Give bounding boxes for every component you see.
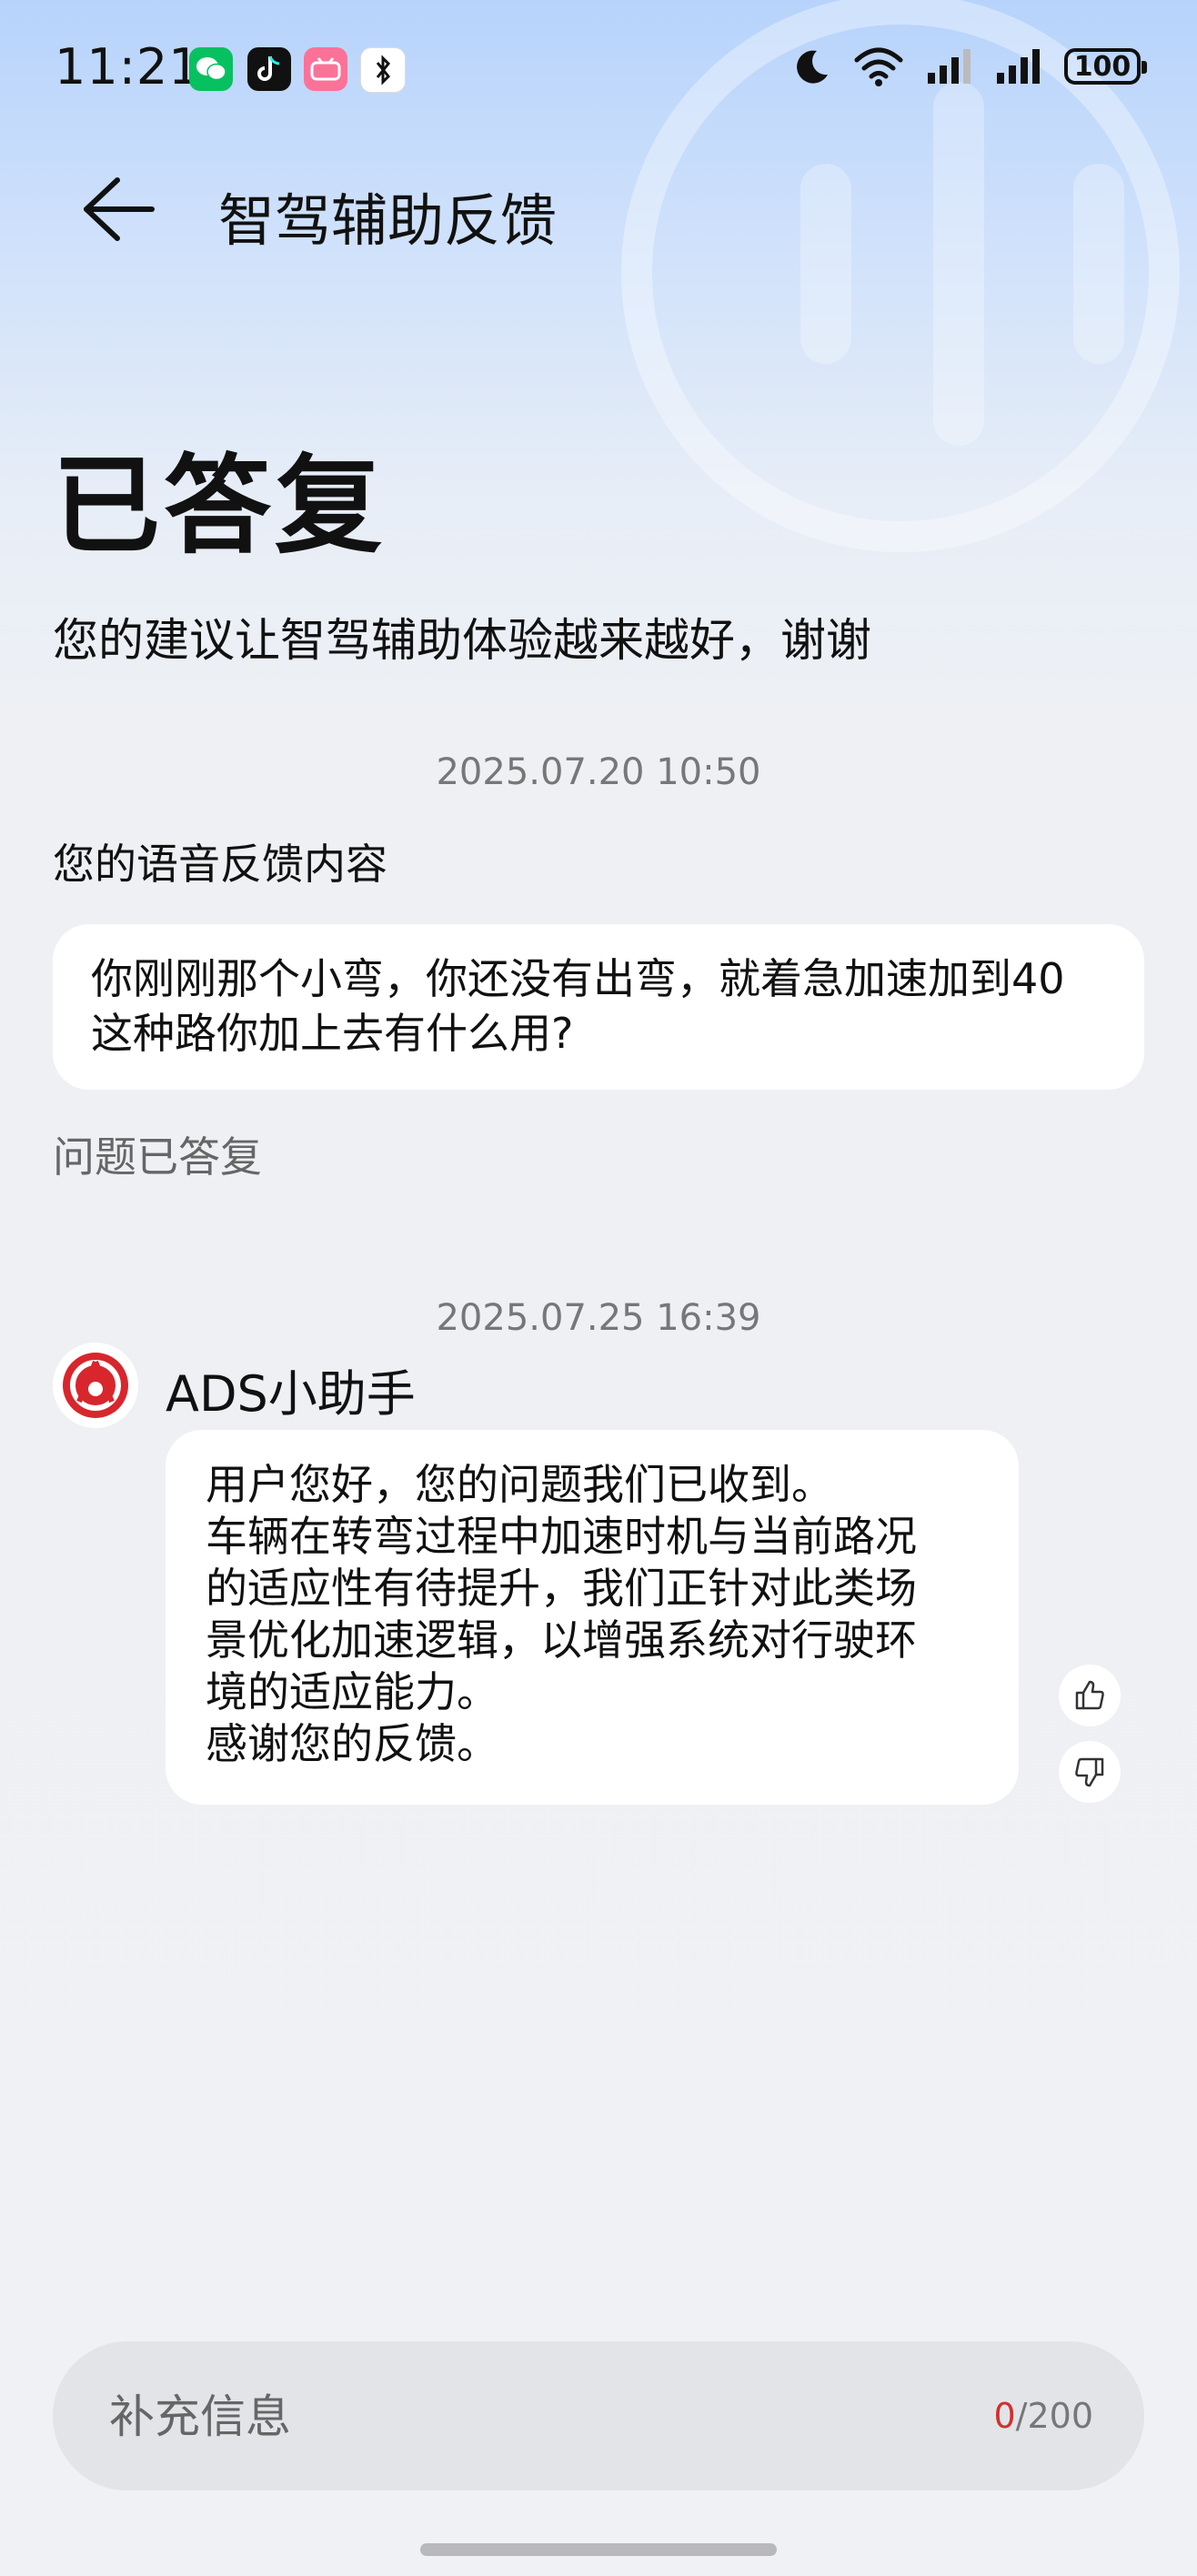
supplement-input[interactable] [107,2378,930,2456]
assistant-avatar [53,1343,138,1428]
reply-line: 的适应性有待提升，我们正针对此类场 [206,1564,917,1613]
voice-feedback-text: 你刚刚那个小弯，你还没有出弯，就着急加速加到40这种路你加上去有什么用? [91,954,1065,1058]
page-title: 智驾辅助反馈 [218,187,558,254]
character-counter: 0/200 [993,2396,1093,2436]
voice-feedback-card: 你刚刚那个小弯，你还没有出弯，就着急加速加到40这种路你加上去有什么用? [53,924,1144,1090]
moon-icon [797,50,828,84]
voice-feedback-label: 您的语音反馈内容 [53,840,387,889]
reply-line: 景优化加速逻辑，以增强系统对行驶环 [206,1615,917,1665]
thumbs-down-icon [1075,1757,1104,1787]
bluetooth-style-icon [360,47,406,93]
supplement-input-bar: 0/200 [53,2341,1144,2490]
thumbs-up-icon [1075,1680,1104,1710]
reply-line: 境的适应能力。 [206,1667,498,1716]
arrow-left-icon [84,177,155,241]
feedback-timestamp: 2025.07.20 10:50 [436,751,761,793]
tiktok-icon [247,47,291,91]
wifi-icon [854,47,903,86]
reply-line: 车辆在转弯过程中加速时机与当前路况 [206,1512,917,1561]
status-subtitle: 您的建议让智驾辅助体验越来越好，谢谢 [53,614,871,667]
answered-status: 问题已答复 [53,1132,262,1182]
assistant-name: ADS小助手 [166,1365,416,1423]
reply-card: 用户您好，您的问题我们已收到。 车辆在转弯过程中加速时机与当前路况 的适应性有待… [166,1430,1019,1805]
battery-level: 100 [1073,50,1132,83]
battery-indicator: 100 [1064,48,1147,85]
reply-line: 感谢您的反馈。 [206,1719,498,1768]
back-button[interactable] [73,164,164,255]
bilibili-icon [304,47,347,91]
reply-timestamp: 2025.07.25 16:39 [436,1297,761,1339]
status-heading: 已答复 [53,443,387,569]
character-limit: /200 [1015,2396,1093,2436]
wechat-icon [189,47,233,91]
status-time: 11:21 [55,38,201,96]
reply-line: 用户您好，您的问题我们已收到。 [206,1460,833,1509]
thumbs-down-button[interactable] [1059,1741,1121,1803]
thumbs-up-button[interactable] [1059,1665,1121,1726]
character-count: 0 [993,2396,1016,2436]
signal-icon-sim2 [997,49,1040,84]
home-indicator[interactable] [420,2543,777,2556]
signal-icon-sim1 [928,49,971,84]
ads-logo-icon [63,1353,128,1418]
